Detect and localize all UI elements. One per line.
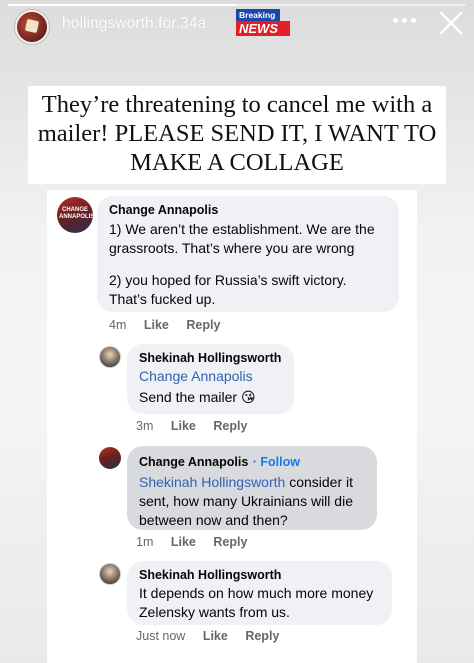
comment-author[interactable]: Shekinah Hollingsworth [139,568,380,582]
breaking-badge-top: Breaking [236,9,280,21]
breaking-badge-bottom: NEWS [236,21,290,36]
avatar-logo-icon [24,18,40,34]
comment-bubble: Shekinah Hollingsworth Change Annapolis … [127,344,294,414]
story-caption: They’re threatening to cancel me with a … [28,86,446,184]
comment-time: 1m [136,535,154,549]
reply-button[interactable]: Reply [213,419,247,433]
comments-screenshot: CHANGE ANNAPOLIS Change Annapolis 1) We … [47,190,417,663]
avatar-text: CHANGE ANNAPOLIS [59,207,93,220]
comment-text: Send the mailer 😘 [139,389,256,405]
comment-text: It depends on how much more money Zelens… [139,585,374,620]
reply-button[interactable]: Reply [245,629,279,643]
comment-time: Just now [136,629,186,643]
comment-author[interactable]: Change Annapolis [109,203,387,217]
like-button[interactable]: Like [144,318,169,332]
more-dot [393,18,398,23]
comment-text: 1) We aren’t the establishment. We are t… [109,221,375,256]
comment-author[interactable]: Shekinah Hollingsworth [139,351,282,365]
more-dot [402,18,407,23]
reply-button[interactable]: Reply [213,535,247,549]
comment-time: 4m [109,318,127,332]
comment-author[interactable]: Change Annapolis [139,455,248,469]
shekinah-avatar [99,346,121,368]
story-header: hollingsworth.for.34a Breaking NEWS [0,0,474,56]
comment-bubble: Shekinah Hollingsworth It depends on how… [127,561,392,625]
mention-link[interactable]: Change Annapolis [139,368,282,384]
shekinah-avatar [99,563,121,585]
like-button[interactable]: Like [171,419,196,433]
reply-button[interactable]: Reply [186,318,220,332]
comment-actions: Just now Like Reply [136,629,293,643]
comment-actions: 1m Like Reply [136,535,261,549]
change-annapolis-avatar: CHANGE ANNAPOLIS [57,197,93,233]
comment-time: 3m [136,419,154,433]
like-button[interactable]: Like [203,629,228,643]
comment-actions: 4m Like Reply [109,318,234,332]
profile-avatar[interactable] [15,10,49,44]
breaking-news-badge: Breaking NEWS [236,9,290,36]
close-icon[interactable] [438,10,464,36]
like-button[interactable]: Like [171,535,196,549]
comment-bubble: Change Annapolis 1) We aren’t the establ… [97,196,399,312]
comment-actions: 3m Like Reply [136,419,261,433]
mention-link[interactable]: Shekinah Hollingsworth [139,474,285,490]
story-username[interactable]: hollingsworth.for.34a [62,15,206,33]
more-horizontal-icon[interactable] [392,18,418,26]
comment-header: Change Annapolis · Follow [139,453,365,471]
comment-bubble: Change Annapolis · Follow Shekinah Holli… [127,446,377,530]
comment-text: 2) you hoped for Russia’s swift victory.… [109,272,347,307]
more-dot [411,18,416,23]
comment-text: Shekinah Hollingsworth consider it sent,… [139,473,365,530]
follow-button[interactable]: · Follow [253,455,300,469]
change-annapolis-avatar [99,447,121,469]
